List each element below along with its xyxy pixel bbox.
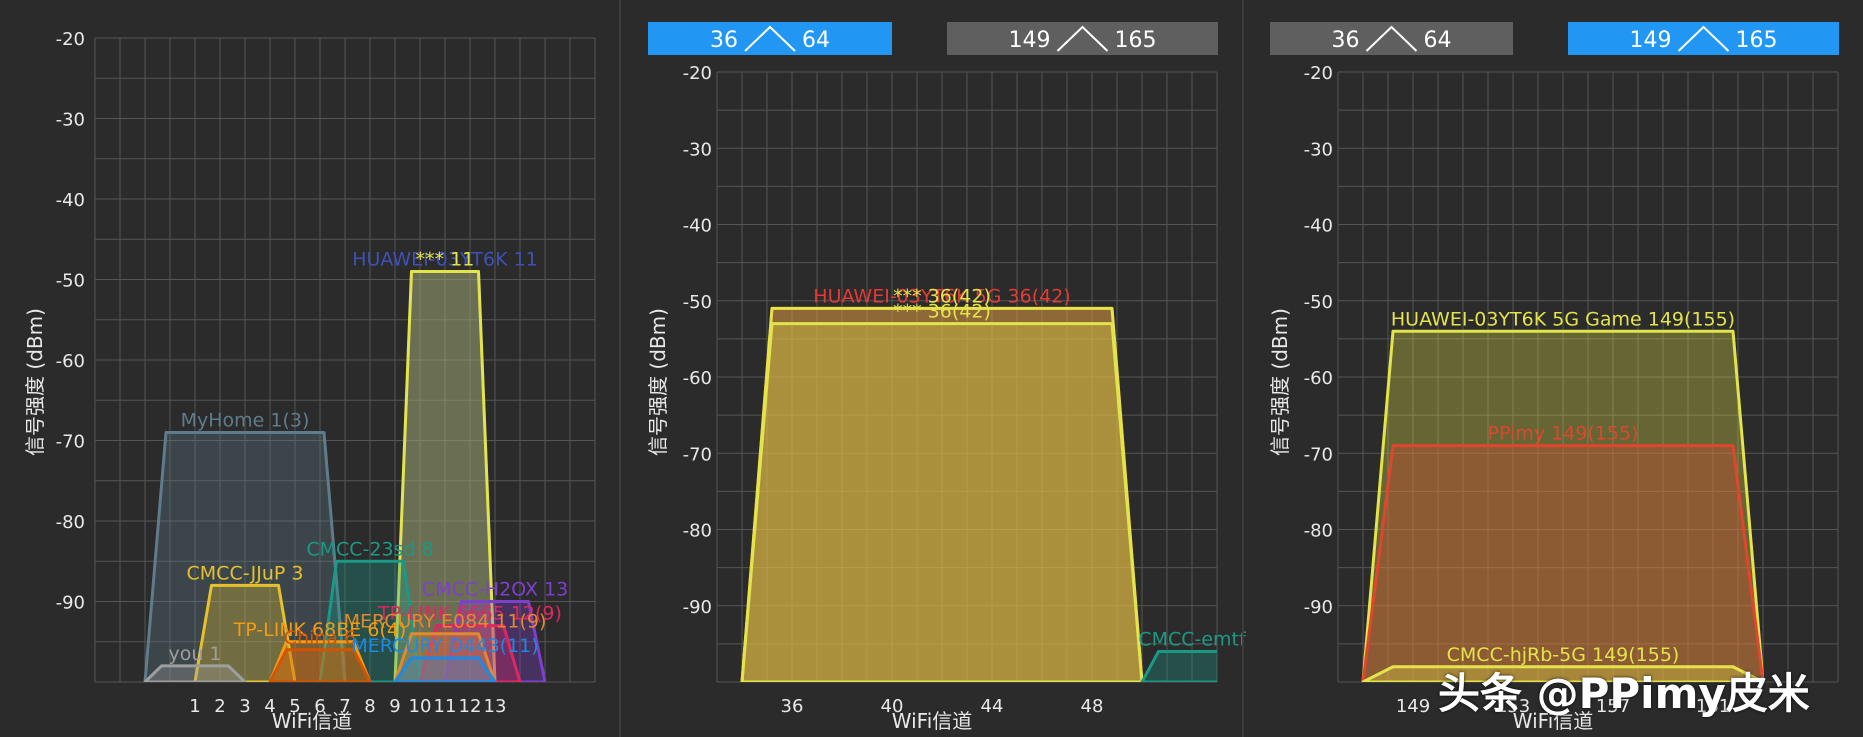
x-tick-label: 149: [1396, 696, 1430, 717]
range-button-149-165[interactable]: 149 165: [1568, 22, 1839, 55]
range-button-36-64[interactable]: 36 64: [1270, 22, 1513, 55]
range-from-label[interactable]: 149: [1009, 28, 1051, 53]
y-tick-label: -40: [56, 190, 85, 211]
y-tick-label: -60: [683, 368, 712, 389]
network-label: China 6: [284, 627, 356, 649]
y-axis-label: 信号强度 (dBm): [23, 308, 47, 456]
network-label: *** 11: [416, 248, 475, 270]
y-tick-label: -20: [683, 63, 712, 84]
y-tick-label: -60: [56, 351, 85, 372]
x-tick-label: 48: [1081, 696, 1104, 717]
x-tick-label: 10: [409, 696, 432, 717]
x-tick-label: 11: [434, 696, 457, 717]
range-to-label[interactable]: 165: [1115, 28, 1157, 53]
watermark: 头条 @PPimy皮米: [1438, 669, 1810, 718]
wifi-analyzer-charts: -20-30-40-50-60-70-80-901 2 3 4 5 6 7 8 9 10 11 12 1…: [23, 0, 1839, 737]
x-tick-label: 1: [189, 696, 200, 717]
y-tick-label: -30: [1304, 139, 1333, 160]
y-tick-label: -30: [56, 110, 85, 131]
y-tick-label: -30: [683, 139, 712, 160]
x-tick-label: 44: [981, 696, 1004, 717]
y-axis-label: 信号强度 (dBm): [1268, 308, 1292, 456]
x-axis-label: WiFi信道: [272, 709, 353, 733]
range-button-36-64[interactable]: 36 64: [648, 22, 892, 55]
range-to-label[interactable]: 165: [1736, 28, 1778, 53]
x-tick-label: 36: [781, 696, 804, 717]
y-tick-label: -50: [56, 271, 85, 292]
y-tick-label: -80: [683, 521, 712, 542]
y-tick-label: -80: [1304, 521, 1333, 542]
y-tick-label: -70: [1304, 444, 1333, 465]
network-area: [1140, 650, 1217, 682]
y-tick-label: -50: [1304, 292, 1333, 313]
range-to-label[interactable]: 64: [802, 28, 830, 53]
x-axis-label: WiFi信道: [892, 709, 973, 733]
y-tick-label: -70: [56, 432, 85, 453]
x-tick-label: 12: [459, 696, 482, 717]
network-label: you 1: [168, 643, 221, 665]
y-tick-label: -20: [56, 29, 85, 50]
chart-panel-1: -20-30-40-50-60-70-80-901 2 3 4 5 6 7 8 9 10 11 12 1…: [23, 29, 596, 733]
y-tick-label: -80: [56, 512, 85, 533]
y-tick-label: -90: [1304, 597, 1333, 618]
x-tick-label: 3: [239, 696, 250, 717]
y-tick-label: -90: [56, 593, 85, 614]
network-area: [143, 664, 247, 682]
network-label: CMCC-JJuP 3: [187, 562, 304, 584]
network-area: [740, 322, 1144, 682]
x-tick-label: 13: [484, 696, 507, 717]
y-tick-label: -20: [1304, 63, 1333, 84]
network-label: CMCC-23sd 8: [306, 538, 433, 560]
y-tick-label: -50: [683, 292, 712, 313]
network-label: MyHome 1(3): [181, 409, 310, 431]
range-button-149-165[interactable]: 149 165: [947, 22, 1218, 55]
network-label: CMCC-emtf: [1138, 629, 1247, 651]
x-tick-label: 8: [364, 696, 375, 717]
network-label: *** 36(42): [893, 301, 991, 323]
network-label: CMCC-H2OX 13: [422, 579, 568, 601]
range-from-label[interactable]: 149: [1630, 28, 1672, 53]
network-area: [393, 656, 497, 682]
y-tick-label: -40: [1304, 216, 1333, 237]
chart-panel-2: -20-30-40-50-60-70-80-9036 40 44 48信号强度 (dB…: [646, 22, 1247, 733]
network-label: PPimy 149(155): [1488, 423, 1639, 445]
x-tick-label: 2: [214, 696, 225, 717]
network-label: HUAWEI-03YT6K 5G Game 149(155): [1391, 308, 1735, 330]
chart-panel-3: -20-30-40-50-60-70-80-90149 153 157 161信号强度…: [1268, 22, 1839, 733]
y-axis-label: 信号强度 (dBm): [646, 308, 670, 456]
y-tick-label: -70: [683, 444, 712, 465]
y-tick-label: -90: [683, 597, 712, 618]
x-tick-label: 9: [389, 696, 400, 717]
network-label: MERCURY D443(11): [351, 635, 538, 657]
range-to-label[interactable]: 64: [1424, 28, 1452, 53]
network-series: [1361, 329, 1765, 682]
range-from-label[interactable]: 36: [1332, 28, 1360, 53]
y-tick-label: -40: [683, 216, 712, 237]
y-tick-label: -60: [1304, 368, 1333, 389]
range-from-label[interactable]: 36: [710, 28, 738, 53]
